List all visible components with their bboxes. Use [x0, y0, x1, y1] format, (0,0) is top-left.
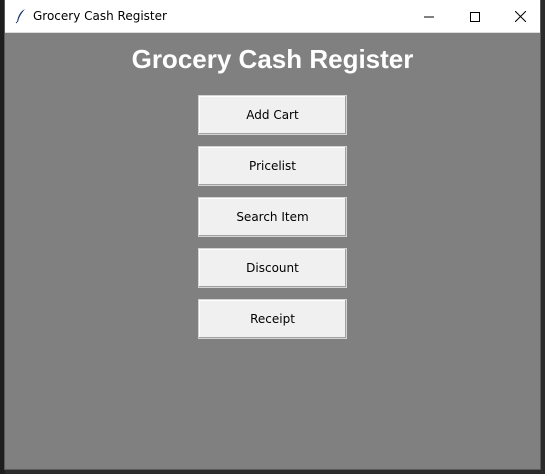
maximize-icon — [470, 7, 480, 26]
maximize-button[interactable] — [452, 0, 498, 32]
feather-icon — [15, 8, 27, 24]
pricelist-button[interactable]: Pricelist — [198, 146, 347, 186]
window-title: Grocery Cash Register — [33, 9, 167, 23]
receipt-button[interactable]: Receipt — [198, 299, 347, 339]
search-item-button[interactable]: Search Item — [198, 197, 347, 237]
close-button[interactable] — [497, 0, 543, 32]
discount-button[interactable]: Discount — [198, 248, 347, 288]
title-bar[interactable]: Grocery Cash Register — [5, 0, 540, 33]
add-cart-button[interactable]: Add Cart — [198, 95, 347, 135]
page-title: Grocery Cash Register — [131, 44, 414, 74]
minimize-button[interactable] — [406, 0, 452, 32]
close-icon — [514, 7, 526, 26]
minimize-icon — [424, 7, 434, 26]
app-window: Grocery Cash Register Grocery Cash Regis… — [5, 0, 540, 469]
